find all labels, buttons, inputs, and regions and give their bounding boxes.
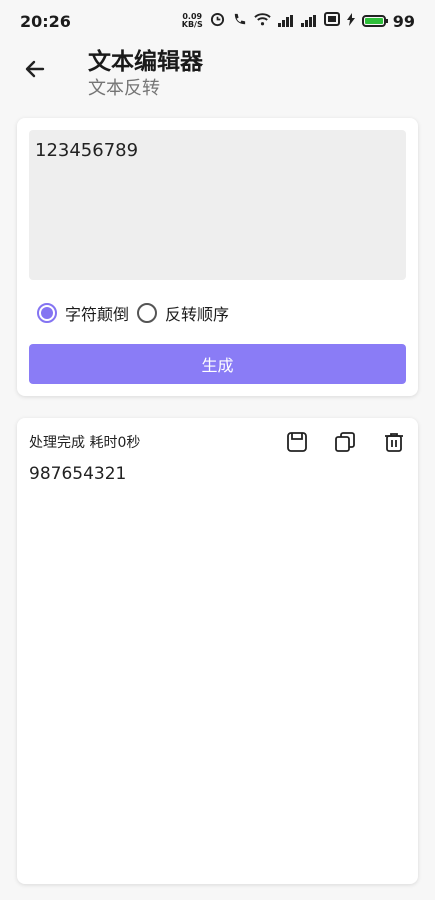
alarm-icon xyxy=(210,12,225,31)
result-output: 987654321 xyxy=(29,464,127,484)
save-icon xyxy=(287,432,307,452)
text-input[interactable]: 123456789 xyxy=(29,130,406,280)
input-card: 123456789 字符颠倒 反转顺序 生成 xyxy=(17,118,418,396)
copy-button[interactable] xyxy=(333,430,357,454)
option-label: 反转顺序 xyxy=(165,305,230,324)
result-status: 处理完成 耗时0秒 xyxy=(29,435,141,451)
app-header: 文本编辑器 文本反转 xyxy=(0,42,435,104)
option-char-reverse[interactable]: 字符颠倒 xyxy=(37,301,129,325)
phone-icon xyxy=(232,12,247,31)
delete-button[interactable] xyxy=(382,430,406,454)
signal-4g-icon-2 xyxy=(300,15,317,27)
back-button[interactable] xyxy=(18,52,52,86)
battery-icon xyxy=(361,15,388,27)
option-order-reverse[interactable]: 反转顺序 xyxy=(137,301,229,325)
trash-icon xyxy=(385,433,403,452)
mode-options: 字符颠倒 反转顺序 xyxy=(37,301,229,325)
option-label: 字符颠倒 xyxy=(65,305,130,324)
status-bar: 20:26 0.09 KB/S 99 xyxy=(0,0,435,42)
radio-checked-icon[interactable] xyxy=(37,303,57,323)
page-title: 文本编辑器 xyxy=(88,49,203,75)
radio-unchecked-icon[interactable] xyxy=(137,303,158,323)
net-speed: 0.09 KB/S xyxy=(181,12,203,29)
battery-level: 99 xyxy=(392,11,415,31)
hd-icon xyxy=(323,12,340,30)
status-icons: 0.09 KB/S 99 xyxy=(182,12,415,31)
status-time: 20:26 xyxy=(20,11,71,31)
signal-4g-icon-1 xyxy=(277,15,294,27)
save-button[interactable] xyxy=(285,430,309,454)
wifi-icon xyxy=(254,12,271,30)
charging-icon xyxy=(346,12,355,30)
result-card: 处理完成 耗时0秒 987654321 xyxy=(17,418,418,884)
arrow-left-icon xyxy=(25,60,45,78)
copy-icon xyxy=(335,432,355,452)
page-subtitle: 文本反转 xyxy=(88,78,160,99)
generate-button[interactable]: 生成 xyxy=(29,344,406,384)
